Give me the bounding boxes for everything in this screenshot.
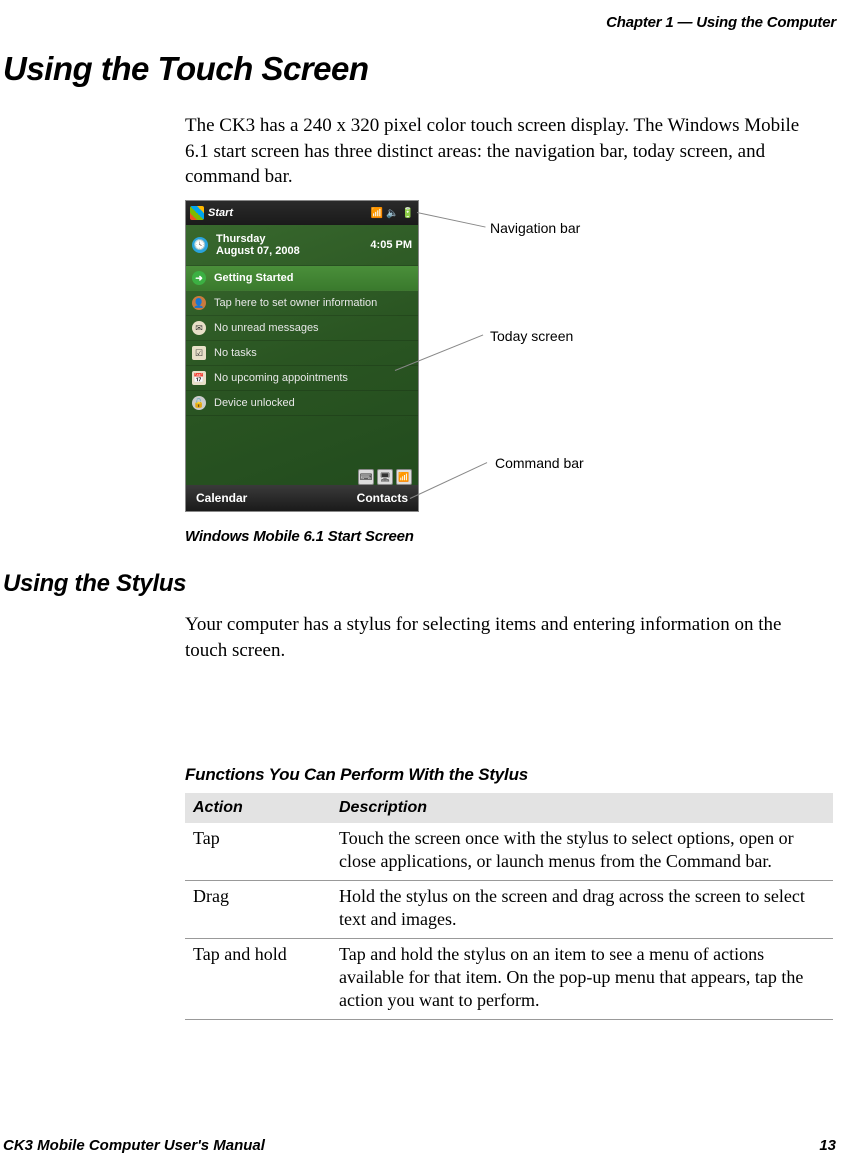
navigation-bar: Start 📶 🔈 🔋 <box>186 201 418 225</box>
today-row-appointments[interactable]: 📅 No upcoming appointments <box>186 366 418 391</box>
callout-line-cmd <box>410 462 487 499</box>
softkey-right[interactable]: Contacts <box>357 491 408 505</box>
tray-icon-3[interactable]: 📶 <box>396 469 412 485</box>
getting-started-label: Getting Started <box>214 272 293 284</box>
windows-flag-icon <box>190 206 204 220</box>
section-heading-stylus: Using the Stylus <box>3 570 186 598</box>
clock-icon: 🕓 <box>192 237 208 253</box>
running-header: Chapter 1 — Using the Computer <box>606 14 836 31</box>
messages-label: No unread messages <box>214 322 319 334</box>
table-caption: Functions You Can Perform With the Stylu… <box>185 765 833 785</box>
date-row[interactable]: 🕓 Thursday August 07, 2008 4:05 PM <box>186 225 418 266</box>
callout-command-bar: Command bar <box>495 455 584 471</box>
calendar-icon: 📅 <box>192 371 206 385</box>
today-row-tasks[interactable]: ☑ No tasks <box>186 341 418 366</box>
cell-desc: Touch the screen once with the stylus to… <box>331 823 833 880</box>
callout-navigation-bar: Navigation bar <box>490 220 580 236</box>
tasks-icon: ☑ <box>192 346 206 360</box>
table-row: Tap and hold Tap and hold the stylus on … <box>185 938 833 1019</box>
figure-caption: Windows Mobile 6.1 Start Screen <box>185 528 414 545</box>
tray-icon-2[interactable]: 🖥 <box>377 469 393 485</box>
command-bar: Calendar Contacts <box>186 485 418 511</box>
system-tray: ⌨ 🖥 📶 <box>358 469 412 485</box>
today-row-getting-started[interactable]: ➜ Getting Started <box>186 266 418 291</box>
start-label: Start <box>208 207 233 219</box>
cell-desc: Hold the stylus on the screen and drag a… <box>331 880 833 938</box>
cell-action: Tap <box>185 823 331 880</box>
table-row: Drag Hold the stylus on the screen and d… <box>185 880 833 938</box>
stylus-functions-table: Action Description Tap Touch the screen … <box>185 793 833 1020</box>
cell-desc: Tap and hold the stylus on an item to se… <box>331 938 833 1019</box>
stylus-table-block: Functions You Can Perform With the Stylu… <box>185 765 833 1020</box>
signal-icon: 📶 <box>371 208 383 219</box>
cell-action: Tap and hold <box>185 938 331 1019</box>
lock-label: Device unlocked <box>214 397 295 409</box>
getting-started-icon: ➜ <box>192 271 206 285</box>
mail-icon: ✉ <box>192 321 206 335</box>
footer-manual-title: CK3 Mobile Computer User's Manual <box>3 1137 265 1154</box>
owner-label: Tap here to set owner information <box>214 297 377 309</box>
stylus-paragraph: Your computer has a stylus for selecting… <box>185 612 805 663</box>
section-heading-touch-screen: Using the Touch Screen <box>3 50 369 88</box>
day-label: Thursday <box>216 233 300 245</box>
table-row: Tap Touch the screen once with the stylu… <box>185 823 833 880</box>
device-screen: Start 📶 🔈 🔋 🕓 Thursday August 07, 2008 4… <box>185 200 419 512</box>
date-label: August 07, 2008 <box>216 245 300 257</box>
speaker-icon: 🔈 <box>386 208 398 219</box>
col-description: Description <box>331 793 833 823</box>
intro-paragraph: The CK3 has a 240 x 320 pixel color touc… <box>185 113 805 190</box>
owner-icon: 👤 <box>192 296 206 310</box>
today-row-messages[interactable]: ✉ No unread messages <box>186 316 418 341</box>
start-button[interactable]: Start <box>190 206 233 220</box>
tray-icon-1[interactable]: ⌨ <box>358 469 374 485</box>
footer-page-number: 13 <box>819 1137 836 1154</box>
today-row-lock[interactable]: 🔓 Device unlocked <box>186 391 418 416</box>
tasks-label: No tasks <box>214 347 257 359</box>
status-icons: 📶 🔈 🔋 <box>371 208 414 219</box>
time-label: 4:05 PM <box>370 239 412 251</box>
appts-label: No upcoming appointments <box>214 372 348 384</box>
cell-action: Drag <box>185 880 331 938</box>
today-row-owner[interactable]: 👤 Tap here to set owner information <box>186 291 418 316</box>
callout-line-nav <box>417 212 486 228</box>
battery-icon: 🔋 <box>402 208 414 219</box>
lock-icon: 🔓 <box>192 396 206 410</box>
col-action: Action <box>185 793 331 823</box>
screenshot-figure: Start 📶 🔈 🔋 🕓 Thursday August 07, 2008 4… <box>185 200 635 530</box>
softkey-left[interactable]: Calendar <box>196 491 247 505</box>
callout-today-screen: Today screen <box>490 328 573 344</box>
